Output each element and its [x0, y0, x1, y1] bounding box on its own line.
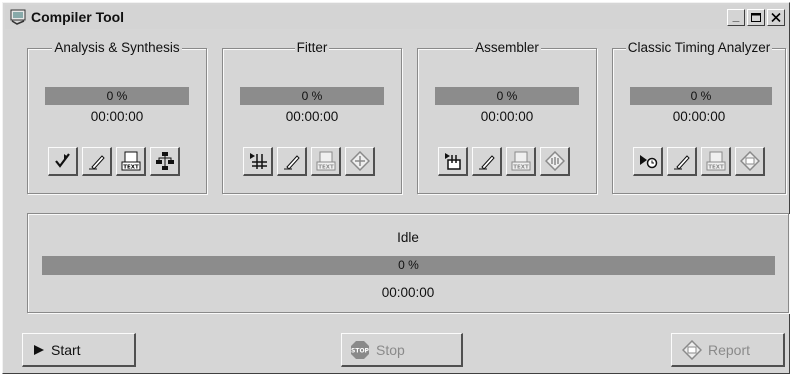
overall-status: Idle [397, 230, 419, 245]
svg-text:TEXT: TEXT [318, 165, 334, 171]
classic-timing-analyzer-group: Classic Timing Analyzer 0 % 00:00:00 TEX… [612, 40, 786, 194]
report-view-button[interactable] [735, 147, 765, 176]
compiler-app-icon [10, 9, 26, 25]
title-bar[interactable]: Compiler Tool _ [5, 5, 787, 29]
progress-bar: 0 % [435, 87, 579, 105]
start-timing-button[interactable] [633, 147, 663, 176]
fitter-start-icon [249, 153, 267, 169]
text-report-icon: TEXT [706, 151, 725, 171]
start-label: Start [51, 341, 81, 358]
start-analysis-button[interactable] [48, 147, 78, 176]
assembler-start-icon [444, 153, 461, 170]
hierarchy-button[interactable] [150, 147, 180, 176]
start-button[interactable]: Start [22, 333, 136, 367]
progress-bar: 0 % [630, 87, 772, 105]
edit-settings-button[interactable] [277, 147, 307, 176]
progress-label: 0 % [301, 89, 323, 103]
svg-text:TEXT: TEXT [123, 165, 139, 171]
elapsed-time: 00:00:00 [285, 109, 339, 124]
text-report-button[interactable]: TEXT [506, 147, 536, 176]
timing-start-icon [639, 155, 657, 169]
close-button[interactable] [767, 8, 785, 26]
svg-text:TEXT: TEXT [708, 165, 724, 171]
group-title: Fitter [294, 40, 330, 55]
stop-button[interactable]: STOP Stop [341, 333, 463, 367]
group-title: Assembler [473, 40, 541, 55]
progress-bar: 0 % [240, 87, 384, 105]
edit-settings-button[interactable] [667, 147, 697, 176]
progress-label: 0 % [496, 89, 518, 103]
report-view-icon [739, 151, 760, 171]
edit-settings-button[interactable] [82, 147, 112, 176]
minimize-icon: _ [732, 9, 740, 23]
maximize-button[interactable] [747, 8, 765, 26]
overall-progress-bar: 0 % [42, 256, 775, 275]
progress-bar: 0 % [45, 87, 189, 105]
programmer-icon [544, 151, 565, 171]
start-assembler-button[interactable] [438, 147, 468, 176]
minimize-button[interactable]: _ [727, 8, 745, 26]
text-report-button[interactable]: TEXT [311, 147, 341, 176]
maximize-icon [751, 12, 761, 22]
overall-progress-label: 0 % [398, 258, 419, 272]
pencil-icon [283, 155, 300, 170]
floorplan-button[interactable] [345, 147, 375, 176]
start-fitter-button[interactable] [243, 147, 273, 176]
compiler-tool-window: Compiler Tool _ Analysis & Synthesis 0 %… [2, 2, 790, 374]
text-report-icon: TEXT [511, 151, 530, 171]
elapsed-time: 00:00:00 [672, 109, 726, 124]
text-report-button[interactable]: TEXT [701, 147, 731, 176]
report-button[interactable]: Report [671, 333, 785, 367]
pencil-icon [88, 155, 105, 170]
assembler-group: Assembler 0 % 00:00:00 TEXT [417, 40, 597, 194]
overall-progress-panel: Idle 0 % 00:00:00 [27, 213, 789, 313]
progress-label: 0 % [106, 89, 128, 103]
report-icon [682, 339, 702, 360]
svg-text:TEXT: TEXT [513, 165, 529, 171]
play-icon [34, 344, 44, 355]
svg-text:STOP: STOP [351, 347, 370, 354]
elapsed-time: 00:00:00 [90, 109, 144, 124]
overall-elapsed-time: 00:00:00 [381, 285, 435, 300]
check-start-icon [54, 153, 70, 168]
stop-label: Stop [376, 341, 405, 358]
analysis-synthesis-group: Analysis & Synthesis 0 % 00:00:00 TEXT [27, 40, 207, 194]
programmer-button[interactable] [540, 147, 570, 176]
close-icon [771, 12, 781, 22]
edit-settings-button[interactable] [472, 147, 502, 176]
window-title: Compiler Tool [31, 9, 125, 25]
hierarchy-icon [155, 152, 174, 170]
pencil-icon [478, 155, 495, 170]
text-report-button[interactable]: TEXT [116, 147, 146, 176]
stop-icon: STOP [351, 340, 370, 359]
report-label: Report [708, 341, 751, 358]
elapsed-time: 00:00:00 [480, 109, 534, 124]
fitter-group: Fitter 0 % 00:00:00 TEXT [222, 40, 402, 194]
text-report-icon: TEXT [121, 151, 140, 171]
pencil-icon [673, 155, 690, 170]
group-title: Analysis & Synthesis [52, 40, 182, 55]
progress-label: 0 % [690, 89, 712, 103]
floorplan-icon [349, 151, 370, 171]
group-title: Classic Timing Analyzer [625, 40, 773, 55]
text-report-icon: TEXT [316, 151, 335, 171]
